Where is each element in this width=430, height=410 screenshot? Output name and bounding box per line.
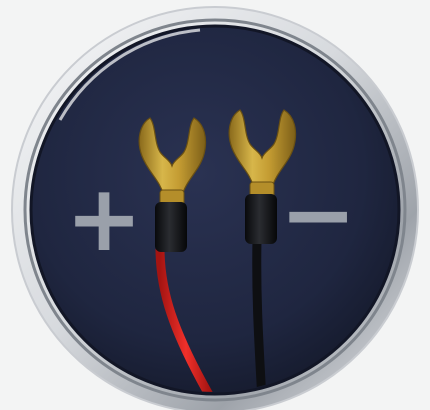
- negative-symbol: −: [279, 161, 356, 268]
- black-wire: [252, 235, 267, 392]
- negative-sleeve: [245, 194, 277, 244]
- positive-symbol: +: [65, 165, 142, 272]
- spade-terminal-connector-icon: + −: [11, 6, 419, 410]
- positive-sleeve: [155, 202, 187, 252]
- icon-stage: + −: [0, 0, 430, 410]
